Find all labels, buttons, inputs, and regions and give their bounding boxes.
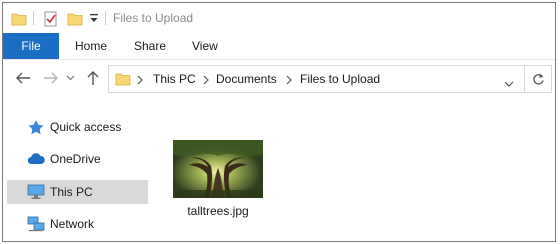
breadcrumb-files-to-upload[interactable]: Files to Upload	[300, 72, 380, 86]
back-arrow-icon[interactable]	[13, 68, 33, 88]
folder-icon	[115, 71, 131, 90]
address-history-dropdown-icon[interactable]	[504, 76, 514, 90]
properties-icon[interactable]	[43, 11, 59, 30]
up-arrow-icon[interactable]	[83, 68, 103, 88]
file-list-pane: talltrees.jpg	[153, 106, 555, 241]
network-icon	[27, 216, 45, 232]
toolbar-divider	[33, 11, 34, 25]
navigation-bar: This PC Documents Files to Upload	[3, 60, 555, 96]
monitor-icon	[27, 184, 45, 200]
sidebar-item-quick-access[interactable]: Quick access	[7, 115, 148, 139]
breadcrumb-documents[interactable]: Documents	[216, 72, 277, 86]
address-bar[interactable]: This PC Documents Files to Upload	[108, 65, 525, 93]
breadcrumb-chevron-icon[interactable]	[203, 74, 211, 85]
title-bar: Files to Upload	[3, 3, 555, 33]
tab-share[interactable]: Share	[134, 39, 166, 53]
tab-file[interactable]: File	[3, 33, 59, 59]
breadcrumb-this-pc[interactable]: This PC	[153, 72, 196, 86]
breadcrumb-chevron-icon[interactable]	[286, 74, 294, 85]
ribbon: File Home Share View	[3, 33, 555, 60]
refresh-button[interactable]	[525, 65, 552, 93]
cloud-icon	[27, 151, 45, 167]
sidebar-item-label: This PC	[50, 185, 93, 199]
star-icon	[27, 119, 45, 135]
forward-arrow-icon[interactable]	[41, 68, 61, 88]
refresh-icon	[532, 73, 544, 85]
sidebar-item-network[interactable]: Network	[7, 212, 148, 236]
sidebar-item-label: Network	[50, 217, 95, 231]
toolbar-divider	[105, 11, 106, 25]
tab-home[interactable]: Home	[75, 39, 107, 53]
sidebar-item-this-pc[interactable]: This PC	[7, 180, 148, 204]
breadcrumb-chevron-icon[interactable]	[137, 74, 145, 85]
new-folder-icon[interactable]	[67, 11, 83, 30]
sidebar-item-label: Quick access	[50, 120, 122, 134]
folder-icon[interactable]	[11, 11, 27, 30]
image-thumbnail	[173, 140, 263, 198]
tab-view[interactable]: View	[192, 39, 218, 53]
navigation-pane: Quick access OneDrive This PC Network	[3, 106, 148, 241]
customize-toolbar-dropdown-icon[interactable]	[89, 13, 99, 28]
recent-locations-chevron-icon[interactable]	[63, 68, 77, 88]
sidebar-item-label: OneDrive	[50, 152, 101, 166]
window-title: Files to Upload	[113, 11, 194, 25]
file-explorer-window: Files to Upload File Home Share View Thi…	[2, 2, 556, 242]
file-item[interactable]: talltrees.jpg	[163, 136, 273, 228]
sidebar-item-onedrive[interactable]: OneDrive	[7, 147, 148, 171]
file-name: talltrees.jpg	[187, 204, 249, 218]
